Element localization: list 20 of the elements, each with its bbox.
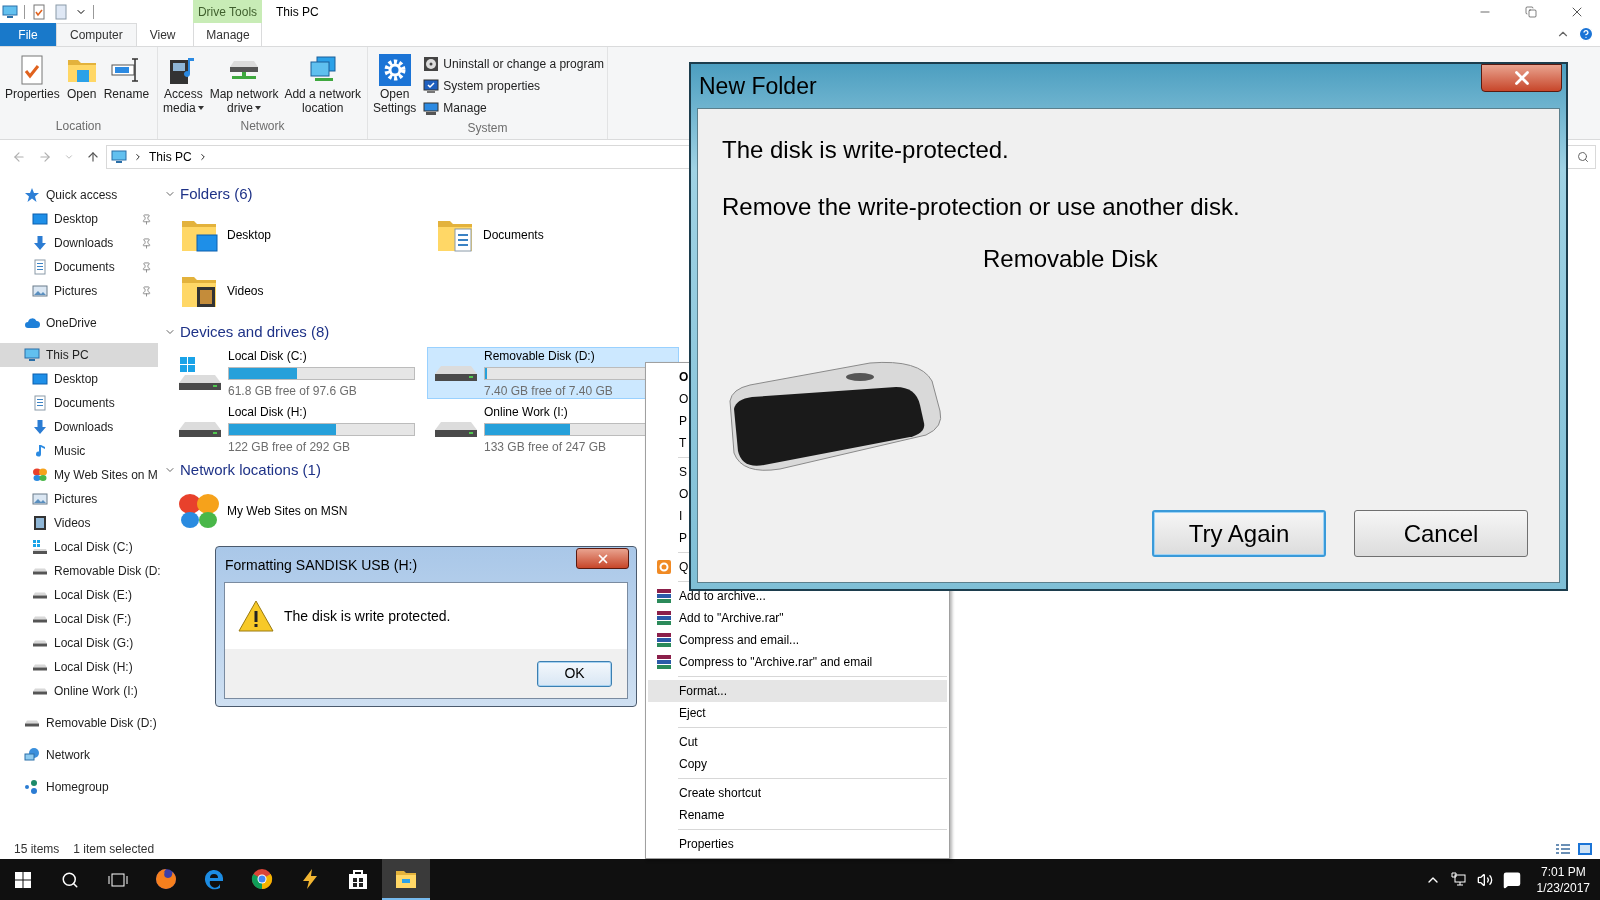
error-detail: Remove the write-protection or use another disk. bbox=[722, 193, 1240, 221]
selection-count: 1 item selected bbox=[73, 841, 155, 858]
drive-label: Removable Disk bbox=[983, 245, 1158, 273]
drive-name: Local Disk (C:) bbox=[228, 347, 308, 365]
dialog-title: Formatting SANDISK USB (H:) bbox=[224, 556, 418, 575]
dialog-title: New Folder bbox=[698, 71, 817, 101]
group-label: System bbox=[466, 120, 509, 137]
window-title: This PC bbox=[276, 4, 319, 21]
free-space-label: 133 GB free of 247 GB bbox=[484, 438, 608, 456]
drive-name: Online Work (I:) bbox=[484, 403, 569, 421]
free-space-label: 7.40 GB free of 7.40 GB bbox=[484, 382, 614, 400]
free-space-label: 122 GB free of 292 GB bbox=[228, 438, 352, 456]
drive-name: Local Disk (H:) bbox=[228, 403, 308, 421]
drive-name: Removable Disk (D:) bbox=[484, 347, 596, 365]
contextual-tab-group-label: Drive Tools bbox=[193, 0, 262, 24]
free-space-label: 61.8 GB free of 97.6 GB bbox=[228, 382, 358, 400]
group-label: Network bbox=[239, 118, 286, 135]
item-count: 15 items bbox=[14, 841, 60, 858]
warning-message: The disk is write protected. bbox=[284, 606, 451, 626]
group-label: Location bbox=[54, 118, 103, 135]
